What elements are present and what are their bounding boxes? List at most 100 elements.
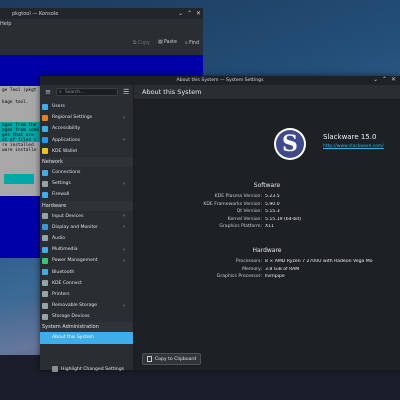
highlight-icon <box>52 366 58 372</box>
search-icon: ⌕ <box>59 90 62 95</box>
paste-label: Paste <box>164 40 177 45</box>
info-key: KDE Plasma Version: <box>214 194 262 199</box>
sidebar-item-about-this-system[interactable]: About this System <box>40 332 133 344</box>
window-controls: ⌄ ⌃ ✕ <box>371 76 398 83</box>
info-value: 5.90.0 <box>265 201 280 207</box>
input-devices-icon <box>42 213 48 220</box>
chevron-right-icon: › <box>123 224 125 231</box>
sidebar-item-regional-settings[interactable]: Regional Settings › <box>40 112 133 123</box>
info-value: llvmpipe <box>265 274 285 280</box>
info-key: Graphics Processor: <box>216 274 262 280</box>
distro-name: Slackware 15.0 <box>323 133 377 141</box>
sidebar-item-storage-devices[interactable]: Storage Devices <box>40 311 133 322</box>
maximize-icon[interactable]: ⌃ <box>380 76 389 83</box>
sidebar-item-printers[interactable]: Printers <box>40 289 133 300</box>
sidebar-item-removable-storage[interactable]: Removable Storage › <box>40 300 133 311</box>
sidebar-item-input-devices[interactable]: Input Devices › <box>40 211 133 222</box>
info-row: Graphics Processor: llvmpipe <box>134 274 400 279</box>
settings-titlebar: About this System — System Settings ⌄ ⌃ … <box>40 76 400 85</box>
sidebar-item-multimedia[interactable]: Multimedia › <box>40 244 133 255</box>
accessibility-icon <box>42 125 48 132</box>
hamburger-icon[interactable]: ≡ <box>43 88 53 96</box>
highlight-label: Highlight Changed Settings <box>61 366 125 372</box>
sidebar-item-label: Storage Devices <box>52 314 90 320</box>
settings-icon <box>42 180 48 187</box>
firewall-icon <box>42 191 48 198</box>
info-row: Graphics Platform: X11 <box>134 224 400 229</box>
sidebar-category: Network <box>40 156 133 167</box>
info-row: Qt Version: 5.15.3 <box>134 209 400 214</box>
sidebar-item-label: Applications <box>52 137 81 143</box>
sidebar-item-label: Printers <box>52 291 70 297</box>
regional-settings-icon <box>42 114 48 121</box>
sidebar-item-connections[interactable]: Connections <box>40 167 133 178</box>
chevron-right-icon: › <box>123 302 125 309</box>
sidebar-item-settings[interactable]: Settings › <box>40 178 133 189</box>
sidebar-item-kde-connect[interactable]: KDE Connect <box>40 278 133 289</box>
info-row: KDE Frameworks Version: 5.90.0 <box>134 202 400 207</box>
sidebar-item-label: About this System <box>52 335 95 341</box>
dialog-line: ge Tool (pkgt <box>2 88 37 93</box>
sidebar-item-label: Multimedia <box>52 247 78 253</box>
applications-icon <box>42 137 48 144</box>
copy-action[interactable]: ⧉ Copy <box>133 40 150 46</box>
about-page: S Slackware 15.0 http://www.slackware.co… <box>134 100 400 370</box>
multimedia-icon <box>42 246 48 253</box>
menu-icon[interactable]: ☰ <box>123 88 129 96</box>
copy-icon <box>147 356 152 362</box>
info-value: 8 × AMD Ryzen 7 2700U with Radeon Vega M… <box>265 259 373 264</box>
menu-help[interactable]: Help <box>0 21 11 27</box>
highlight-changed-button[interactable]: Highlight Changed Settings <box>52 366 124 372</box>
chevron-right-icon: › <box>123 213 125 220</box>
maximize-icon[interactable]: ⌃ <box>185 10 194 17</box>
sidebar-item-accessibility[interactable]: Accessibility <box>40 123 133 134</box>
distro-url[interactable]: http://www.slackware.com/ <box>323 144 384 149</box>
chevron-right-icon: › <box>123 180 125 187</box>
slackware-logo-icon: S <box>276 130 304 158</box>
sidebar-item-kde-wallet[interactable]: KDE Wallet <box>40 146 133 157</box>
software-heading: Software <box>253 182 281 189</box>
close-icon[interactable]: ✕ <box>194 10 203 17</box>
storage-devices-icon <box>42 313 48 320</box>
sidebar-item-power-management[interactable]: Power Management › <box>40 255 133 266</box>
sidebar-item-label: Display and Monitor <box>52 224 98 230</box>
sidebar-item-label: Removable Storage <box>52 303 98 309</box>
copy-label: Copy <box>137 41 150 46</box>
copy-to-clipboard-button[interactable]: Copy to Clipboard <box>142 353 202 365</box>
info-value: 5.15.3 <box>265 209 280 215</box>
connections-icon <box>42 169 48 176</box>
sidebar-item-label: Input Devices <box>52 213 84 219</box>
info-value: 5.15.19 (64-bit) <box>265 216 302 222</box>
close-icon[interactable]: ✕ <box>389 76 398 83</box>
sidebar-item-label: KDE Wallet <box>52 148 78 154</box>
info-row: Processors: 8 × AMD Ryzen 7 2700U with Ra… <box>134 259 400 264</box>
kde-connect-icon <box>42 280 48 287</box>
search-input[interactable]: ⌕ Search... <box>56 88 118 96</box>
sidebar-item-applications[interactable]: Applications › <box>40 135 133 146</box>
search-placeholder: Search... <box>65 89 85 95</box>
dialog-box <box>4 174 34 184</box>
removable-storage-icon <box>42 302 48 309</box>
settings-sidebar: ≡ ⌕ Search... ☰ Users Regional Settings › A… <box>40 85 134 372</box>
copy-label: Copy to Clipboard <box>155 356 197 362</box>
sidebar-item-label: Audio <box>52 235 66 241</box>
sidebar-item-audio[interactable]: Audio <box>40 233 133 244</box>
info-key: KDE Frameworks Version: <box>203 201 262 207</box>
users-icon <box>42 103 48 110</box>
distro-logo: S <box>274 128 306 160</box>
sidebar-item-bluetooth[interactable]: Bluetooth <box>40 266 133 277</box>
minimize-icon[interactable]: ⌄ <box>176 10 185 17</box>
konsole-title: pkgtool — Konsole <box>12 10 59 17</box>
paste-action[interactable]: ▤ Paste <box>158 40 177 46</box>
sidebar-item-label: Firewall <box>52 192 70 198</box>
sidebar-item-label: Bluetooth <box>52 269 75 275</box>
dialog-line: kage tool. <box>2 100 29 105</box>
minimize-icon[interactable]: ⌄ <box>371 76 380 83</box>
find-action[interactable]: ⌕ Find <box>185 40 199 46</box>
sidebar-item-firewall[interactable]: Firewall <box>40 189 133 200</box>
chevron-right-icon: › <box>123 246 125 253</box>
sidebar-item-users[interactable]: Users <box>40 101 133 112</box>
system-settings-window: About this System — System Settings ⌄ ⌃ … <box>40 76 400 372</box>
sidebar-item-label: Users <box>52 104 65 110</box>
sidebar-item-display-and-monitor[interactable]: Display and Monitor › <box>40 222 133 233</box>
